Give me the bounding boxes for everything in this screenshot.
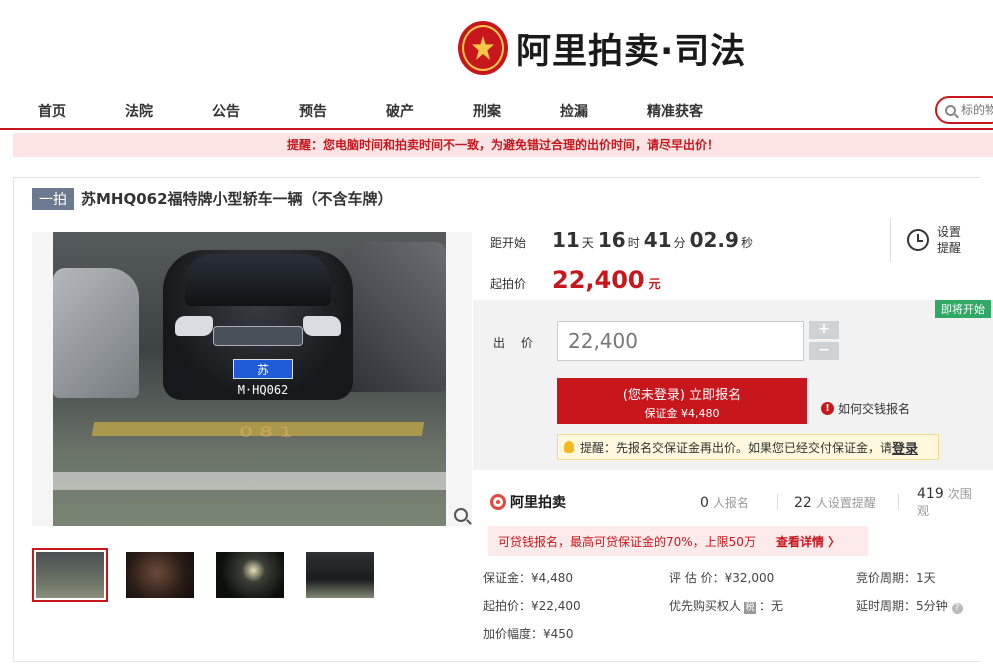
bid-panel: 即将开始 出 价 22,400 + − (您未登录) 立即报名 保证金 ¥4,4…	[473, 300, 993, 470]
ali-auction-brand: 阿里拍卖	[510, 495, 566, 511]
loan-details-link[interactable]: 查看详情 〉	[776, 533, 840, 550]
starting-price-info: 起拍价：¥22,400	[483, 599, 581, 613]
alarm-clock-icon	[907, 229, 929, 251]
nav-item-previews[interactable]: 预告	[299, 101, 327, 121]
login-tip: 提醒：先报名交保证金再出价。如果您已经交付保证金，请 登录	[557, 434, 939, 460]
site-logo[interactable]: 阿里拍卖·司法	[458, 20, 746, 76]
registered-label: 人报名	[712, 495, 749, 510]
nav-item-precise-leads[interactable]: 精准获客	[647, 101, 703, 121]
reminder-count-label: 人设置提醒	[815, 495, 876, 510]
countdown-second-unit: 秒	[740, 236, 753, 250]
thumbnail-2[interactable]	[122, 548, 198, 602]
starting-price-value: 22,400	[552, 266, 645, 294]
countdown-label: 距开始	[490, 236, 527, 250]
auction-card: 一拍 苏MHQ062福特牌小型轿车一辆（不含车牌） 苏M·HQ062 081 距…	[13, 177, 993, 662]
help-icon[interactable]: ?	[951, 603, 963, 614]
view-count: 419 次围观	[917, 485, 982, 519]
search-box	[935, 96, 993, 124]
decrease-bid-button[interactable]: −	[809, 342, 839, 360]
view-number: 419	[917, 486, 944, 502]
thumbnail-3[interactable]	[212, 548, 288, 602]
countdown-days: 11	[552, 228, 580, 252]
starting-price-label: 起拍价	[490, 277, 527, 291]
deposit-info: 保证金：¥4,480	[483, 571, 573, 585]
countdown-minute-unit: 分	[673, 236, 686, 250]
nav-item-criminal[interactable]: 刑案	[473, 101, 501, 121]
priority-buyer-value: ：无	[759, 599, 784, 613]
nav-item-announcements[interactable]: 公告	[212, 101, 240, 121]
thumbnail-1[interactable]	[32, 548, 108, 602]
priority-buyer-label: 优先购买权人	[669, 599, 742, 613]
item-title: 苏MHQ062福特牌小型轿车一辆（不含车牌）	[81, 190, 393, 208]
bidding-cycle-info: 竞价周期：1天	[856, 571, 936, 585]
nav-item-courts[interactable]: 法院	[125, 101, 153, 121]
bid-label: 出 价	[493, 336, 539, 350]
main-nav: 首页 法院 公告 预告 破产 刑案 捡漏 精准获客	[0, 92, 993, 130]
reminder-label: 设置提醒	[937, 225, 962, 255]
auction-stats: 阿里拍卖 0 人报名 22 人设置提醒 419 次围观	[490, 486, 982, 518]
zoom-icon[interactable]	[454, 508, 468, 522]
search-icon[interactable]	[945, 104, 956, 116]
signup-deposit-label: 保证金 ¥4,480	[644, 407, 720, 420]
license-plate: 苏M·HQ062	[233, 359, 293, 397]
loan-text: 可贷钱报名，最高可贷保证金的70%，上限50万	[498, 534, 756, 549]
countdown-minutes: 41	[643, 228, 672, 252]
nav-item-home[interactable]: 首页	[38, 101, 66, 121]
how-to-pay-link[interactable]: ! 如何交钱报名	[821, 400, 910, 417]
priority-buyer-info: 优先购买权人税：无	[669, 597, 783, 614]
main-photo[interactable]: 苏M·HQ062 081	[32, 232, 472, 526]
car-photo: 苏M·HQ062 081	[53, 232, 446, 526]
set-reminder-button[interactable]: 设置提醒	[890, 218, 980, 262]
countdown-seconds: 02.9	[689, 228, 739, 252]
registered-number: 0	[700, 494, 709, 511]
login-link[interactable]: 登录	[892, 438, 918, 457]
ali-auction-logo-icon	[490, 494, 506, 510]
parking-space-number: 081	[239, 425, 299, 440]
starting-price-unit: 元	[648, 277, 661, 291]
status-badge: 即将开始	[935, 300, 991, 318]
nav-item-bargains[interactable]: 捡漏	[560, 101, 588, 121]
info-icon: !	[821, 402, 834, 415]
signup-main-label: (您未登录) 立即报名	[622, 388, 742, 403]
countdown-hour-unit: 时	[627, 236, 640, 250]
countdown: 距开始 11 天 16 时 41 分 02.9 秒	[490, 228, 757, 258]
increase-bid-button[interactable]: +	[809, 321, 839, 339]
increment-info: 加价幅度：¥450	[483, 627, 574, 641]
login-tip-text: 提醒：先报名交保证金再出价。如果您已经交付保证金，请	[580, 440, 893, 455]
extension-cycle-text: 延时周期：5分钟	[856, 599, 948, 613]
thumbnail-4[interactable]	[302, 548, 378, 602]
search-input[interactable]	[961, 103, 993, 117]
countdown-hours: 16	[597, 228, 626, 252]
time-mismatch-notice: 提醒：您电脑时间和拍卖时间不一致，为避免错过合理的出价时间，请尽早出价！	[13, 133, 993, 157]
logo-text: 阿里拍卖·司法	[516, 31, 747, 72]
nav-item-bankruptcy[interactable]: 破产	[386, 101, 414, 121]
extension-cycle-info: 延时周期：5分钟?	[856, 597, 963, 614]
court-emblem-icon	[458, 21, 508, 75]
reminder-count: 22 人设置提醒	[794, 494, 876, 511]
registered-count: 0 人报名	[700, 494, 749, 511]
loan-banner: 可贷钱报名，最高可贷保证金的70%，上限50万 查看详情 〉	[488, 526, 868, 556]
appraisal-info: 评 估 价：¥32,000	[669, 571, 775, 585]
starting-price: 起拍价 22,400 元	[490, 266, 661, 294]
lightbulb-icon	[564, 441, 574, 453]
reminder-number: 22	[794, 494, 812, 511]
bid-amount-input[interactable]: 22,400	[557, 321, 804, 361]
countdown-day-unit: 天	[581, 236, 594, 250]
signup-button[interactable]: (您未登录) 立即报名 保证金 ¥4,480	[557, 378, 807, 424]
priority-badge-icon: 税	[744, 602, 757, 614]
auction-round-tag: 一拍	[32, 188, 74, 210]
how-to-pay-label: 如何交钱报名	[838, 402, 911, 416]
thumbnail-strip	[32, 548, 472, 604]
